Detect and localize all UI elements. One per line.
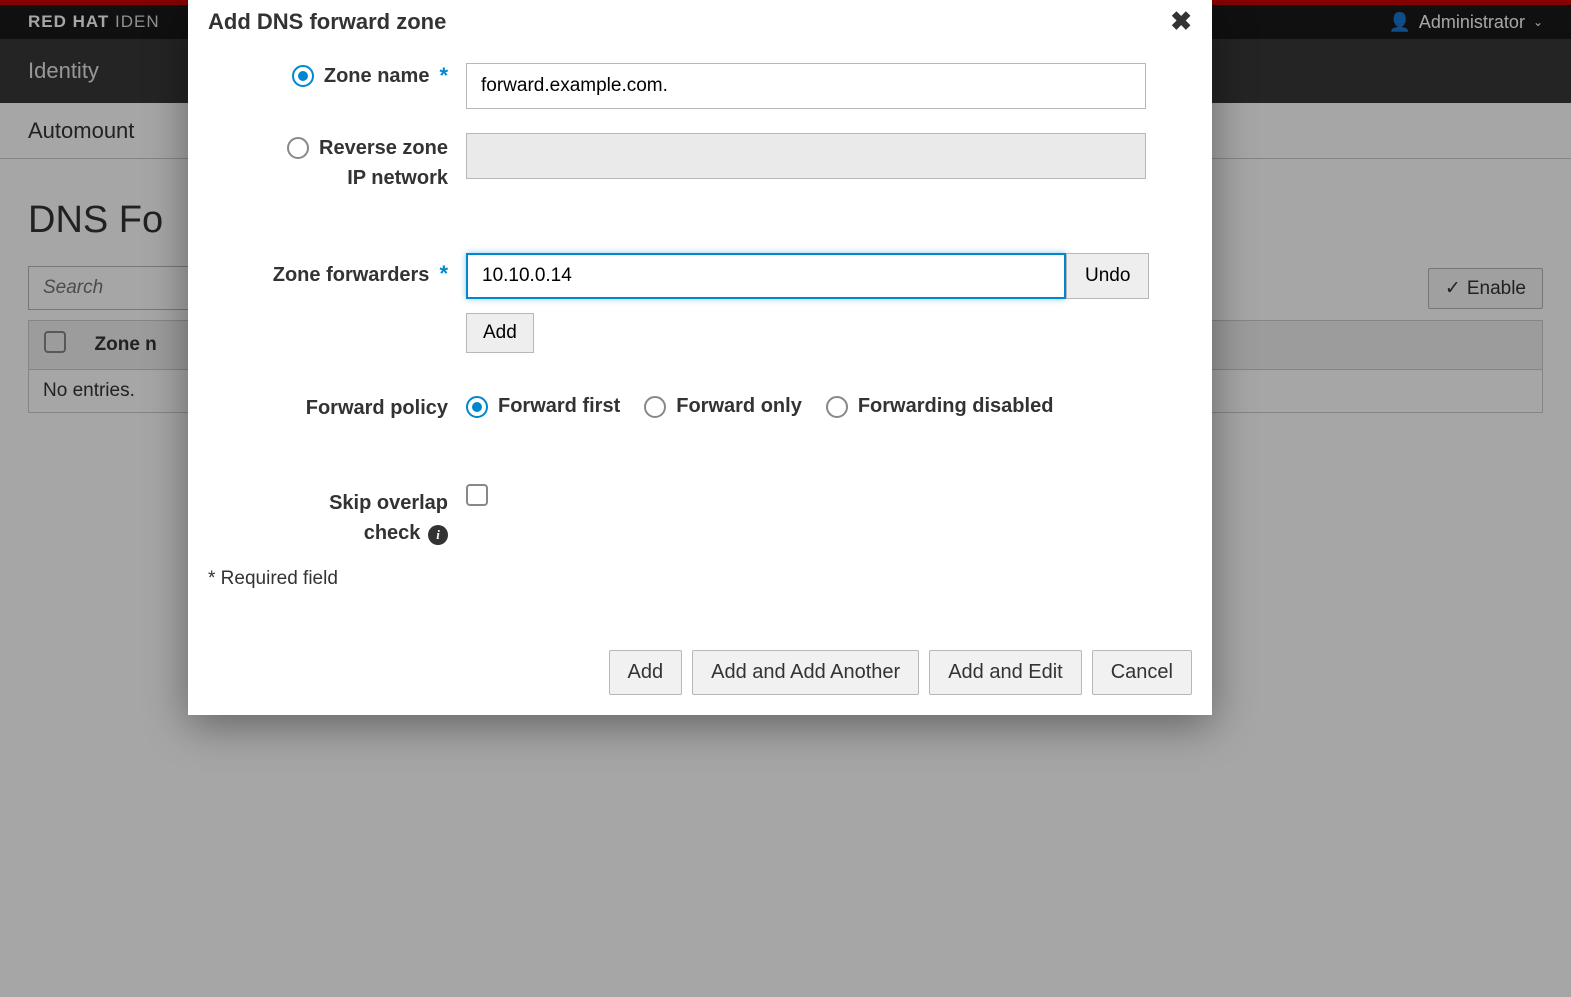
info-icon[interactable]: i: [428, 525, 448, 545]
forward-only-label: Forward only: [676, 395, 802, 418]
zone-forwarders-input[interactable]: [466, 253, 1066, 299]
undo-button[interactable]: Undo: [1066, 253, 1149, 299]
forward-policy-group: Forward first Forward only Forwarding di…: [466, 389, 1053, 418]
add-button[interactable]: Add: [609, 650, 683, 695]
reverse-zone-label-l2: IP network: [347, 163, 448, 193]
zone-name-radio[interactable]: [292, 65, 314, 87]
required-field-note: * Required field: [208, 560, 1192, 610]
add-and-add-another-button[interactable]: Add and Add Another: [692, 650, 919, 695]
forward-policy-label: Forward policy: [306, 397, 448, 420]
reverse-zone-input: [466, 133, 1146, 179]
skip-overlap-label-l1: Skip overlap: [329, 488, 448, 518]
add-and-edit-button[interactable]: Add and Edit: [929, 650, 1082, 695]
required-indicator: *: [439, 261, 448, 287]
reverse-zone-radio[interactable]: [287, 137, 309, 159]
cancel-button[interactable]: Cancel: [1092, 650, 1192, 695]
forward-only-radio[interactable]: Forward only: [644, 395, 802, 418]
forwarding-disabled-radio[interactable]: Forwarding disabled: [826, 395, 1054, 418]
close-icon[interactable]: ✖: [1170, 6, 1192, 37]
required-indicator: *: [439, 63, 448, 89]
forward-first-label: Forward first: [498, 395, 620, 418]
forwarding-disabled-label: Forwarding disabled: [858, 395, 1054, 418]
add-forwarder-button[interactable]: Add: [466, 313, 534, 353]
skip-overlap-checkbox[interactable]: [466, 484, 488, 506]
zone-forwarders-label: Zone forwarders: [273, 264, 430, 287]
add-dns-forward-zone-dialog: Add DNS forward zone ✖ Zone name * Rever…: [188, 0, 1212, 715]
reverse-zone-label-l1: Reverse zone: [319, 133, 448, 163]
dialog-title: Add DNS forward zone: [208, 9, 446, 35]
zone-name-label: Zone name: [324, 65, 430, 88]
forward-first-radio[interactable]: Forward first: [466, 395, 620, 418]
skip-overlap-label-l2: check: [364, 522, 421, 544]
zone-name-input[interactable]: [466, 63, 1146, 109]
